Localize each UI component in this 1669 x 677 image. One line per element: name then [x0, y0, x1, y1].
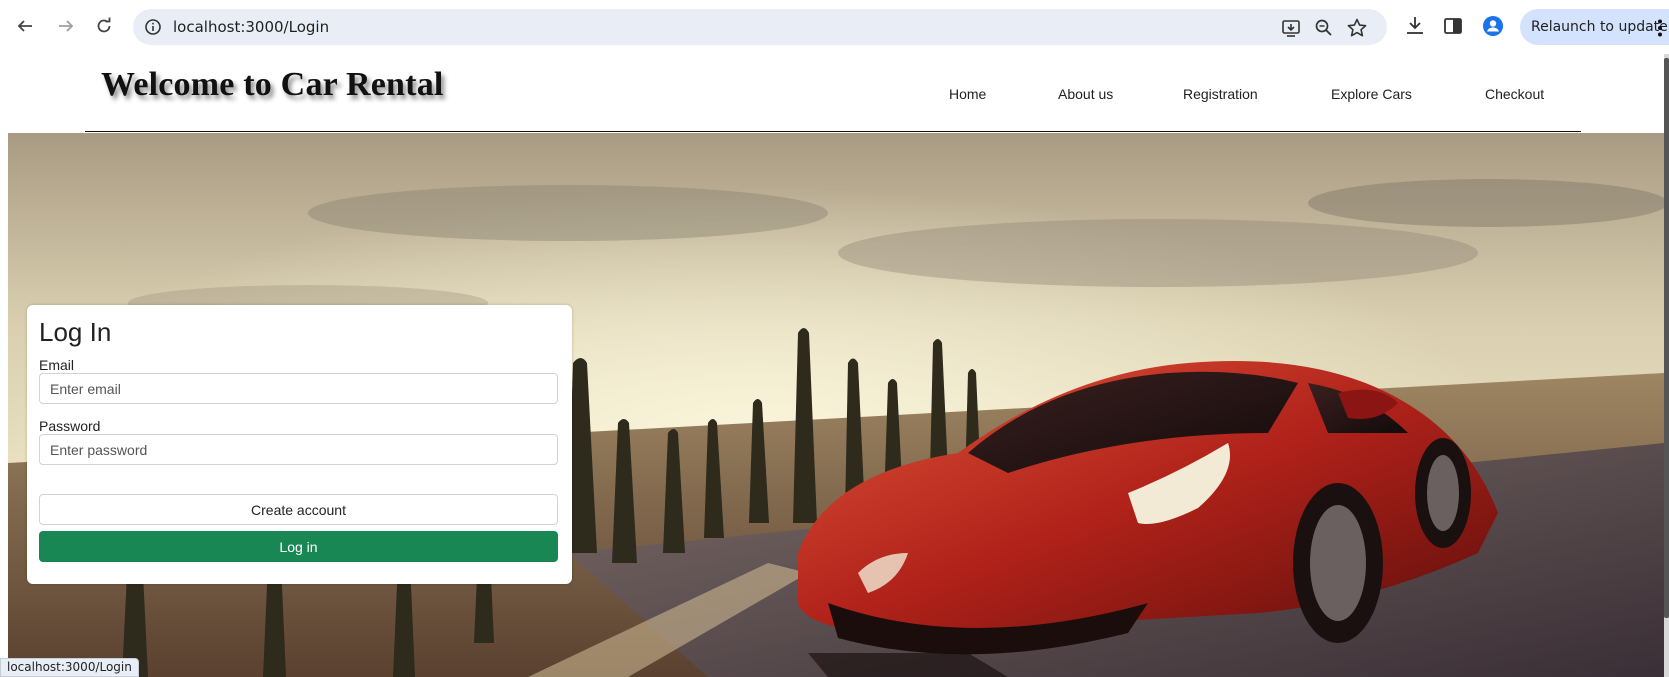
scrollbar-thumb[interactable] — [1664, 58, 1669, 618]
kebab-menu-icon[interactable] — [1657, 19, 1663, 37]
login-button[interactable]: Log in — [39, 531, 558, 562]
create-account-button[interactable]: Create account — [39, 494, 558, 525]
zoom-icon[interactable] — [1313, 17, 1335, 39]
side-panel-icon[interactable] — [1441, 13, 1465, 39]
address-url[interactable]: localhost:3000/Login — [173, 18, 329, 36]
browser-toolbar: localhost:3000/Login Relaunch to update — [0, 0, 1669, 52]
forward-arrow-icon[interactable] — [53, 13, 79, 39]
header-divider — [85, 131, 1581, 132]
profile-icon[interactable] — [1481, 13, 1505, 39]
nav-explore-cars[interactable]: Explore Cars — [1331, 86, 1412, 102]
nav-checkout[interactable]: Checkout — [1485, 86, 1544, 102]
download-icon[interactable] — [1403, 13, 1427, 39]
relaunch-label: Relaunch to update — [1531, 19, 1668, 35]
password-field[interactable] — [39, 434, 558, 465]
nav-registration[interactable]: Registration — [1183, 86, 1258, 102]
site-brand: Welcome to Car Rental — [101, 66, 444, 103]
email-field[interactable] — [39, 373, 558, 404]
install-app-icon[interactable] — [1280, 17, 1302, 39]
status-bar-url: localhost:3000/Login — [0, 658, 139, 677]
address-bar[interactable]: localhost:3000/Login — [133, 9, 1387, 45]
login-title: Log In — [39, 317, 112, 347]
nav-about-us[interactable]: About us — [1058, 86, 1113, 102]
page-content: Welcome to Car Rental Home About us Regi… — [0, 52, 1669, 677]
email-label: Email — [39, 357, 75, 373]
nav-home[interactable]: Home — [949, 86, 986, 102]
password-label: Password — [39, 418, 101, 434]
info-icon[interactable] — [143, 17, 163, 37]
relaunch-button[interactable]: Relaunch to update — [1520, 9, 1669, 45]
reload-icon[interactable] — [91, 13, 117, 39]
back-arrow-icon[interactable] — [12, 13, 38, 39]
login-card: Log In Email Password Create account Log… — [27, 305, 572, 584]
page-scrollbar[interactable] — [1664, 54, 1669, 677]
star-icon[interactable] — [1346, 17, 1368, 39]
